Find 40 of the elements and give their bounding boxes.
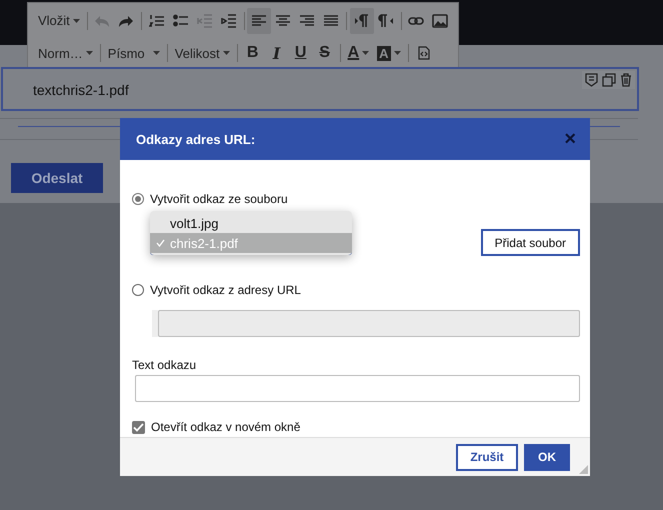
underline-button[interactable]: U [288,40,313,66]
badge-icon[interactable] [585,73,598,87]
dialog-title: Odkazy adres URL: [136,132,256,146]
radio-button[interactable] [132,284,144,296]
radio-label: Vytvořit odkaz ze souboru [150,192,288,206]
format-select[interactable]: Písmo [104,40,164,66]
caret-icon [72,18,80,23]
link-text-field[interactable] [135,375,580,402]
bold-button[interactable]: B [240,40,265,66]
trash-icon[interactable] [620,73,632,87]
copy-icon[interactable] [602,73,616,87]
format-select[interactable]: Velikost [170,40,234,66]
align-left-icon[interactable] [247,8,272,34]
radio-label: Vytvořit odkaz z adresy URL [150,283,301,297]
caret-icon [152,51,160,56]
caret-icon [394,51,401,56]
submit-button[interactable]: Odeslat [11,163,103,193]
editor-text: textchris2-1.pdf [33,82,129,98]
strike-button[interactable]: S [312,40,337,66]
check-icon [156,239,165,247]
text-editor[interactable]: textchris2-1.pdf [1,67,639,111]
checkbox[interactable] [132,420,145,434]
field-label: Text odkazu [132,358,198,372]
ok-button[interactable]: OK [524,444,570,470]
add-file-button[interactable]: Přidat soubor [480,229,580,256]
insert-menu[interactable]: Vložit [34,8,84,34]
resize-grip-icon[interactable] [579,465,588,474]
ltr-paragraph-icon[interactable] [350,8,374,34]
checkbox-label: Otevřít odkaz v novém okně [151,420,300,434]
close-button[interactable]: × [564,129,576,149]
text-color-button[interactable]: A [344,40,374,66]
radio-button[interactable] [132,193,144,205]
bg-color-button[interactable]: A [373,40,405,66]
menu-item[interactable]: volt1.jpg [150,213,352,233]
caret-icon [86,51,93,56]
italic-button[interactable]: I [264,40,289,66]
cancel-button[interactable]: Zrušit [456,444,518,470]
caret-icon [222,51,230,56]
format-select[interactable]: Norm… [34,40,97,66]
caret-icon [362,51,370,56]
